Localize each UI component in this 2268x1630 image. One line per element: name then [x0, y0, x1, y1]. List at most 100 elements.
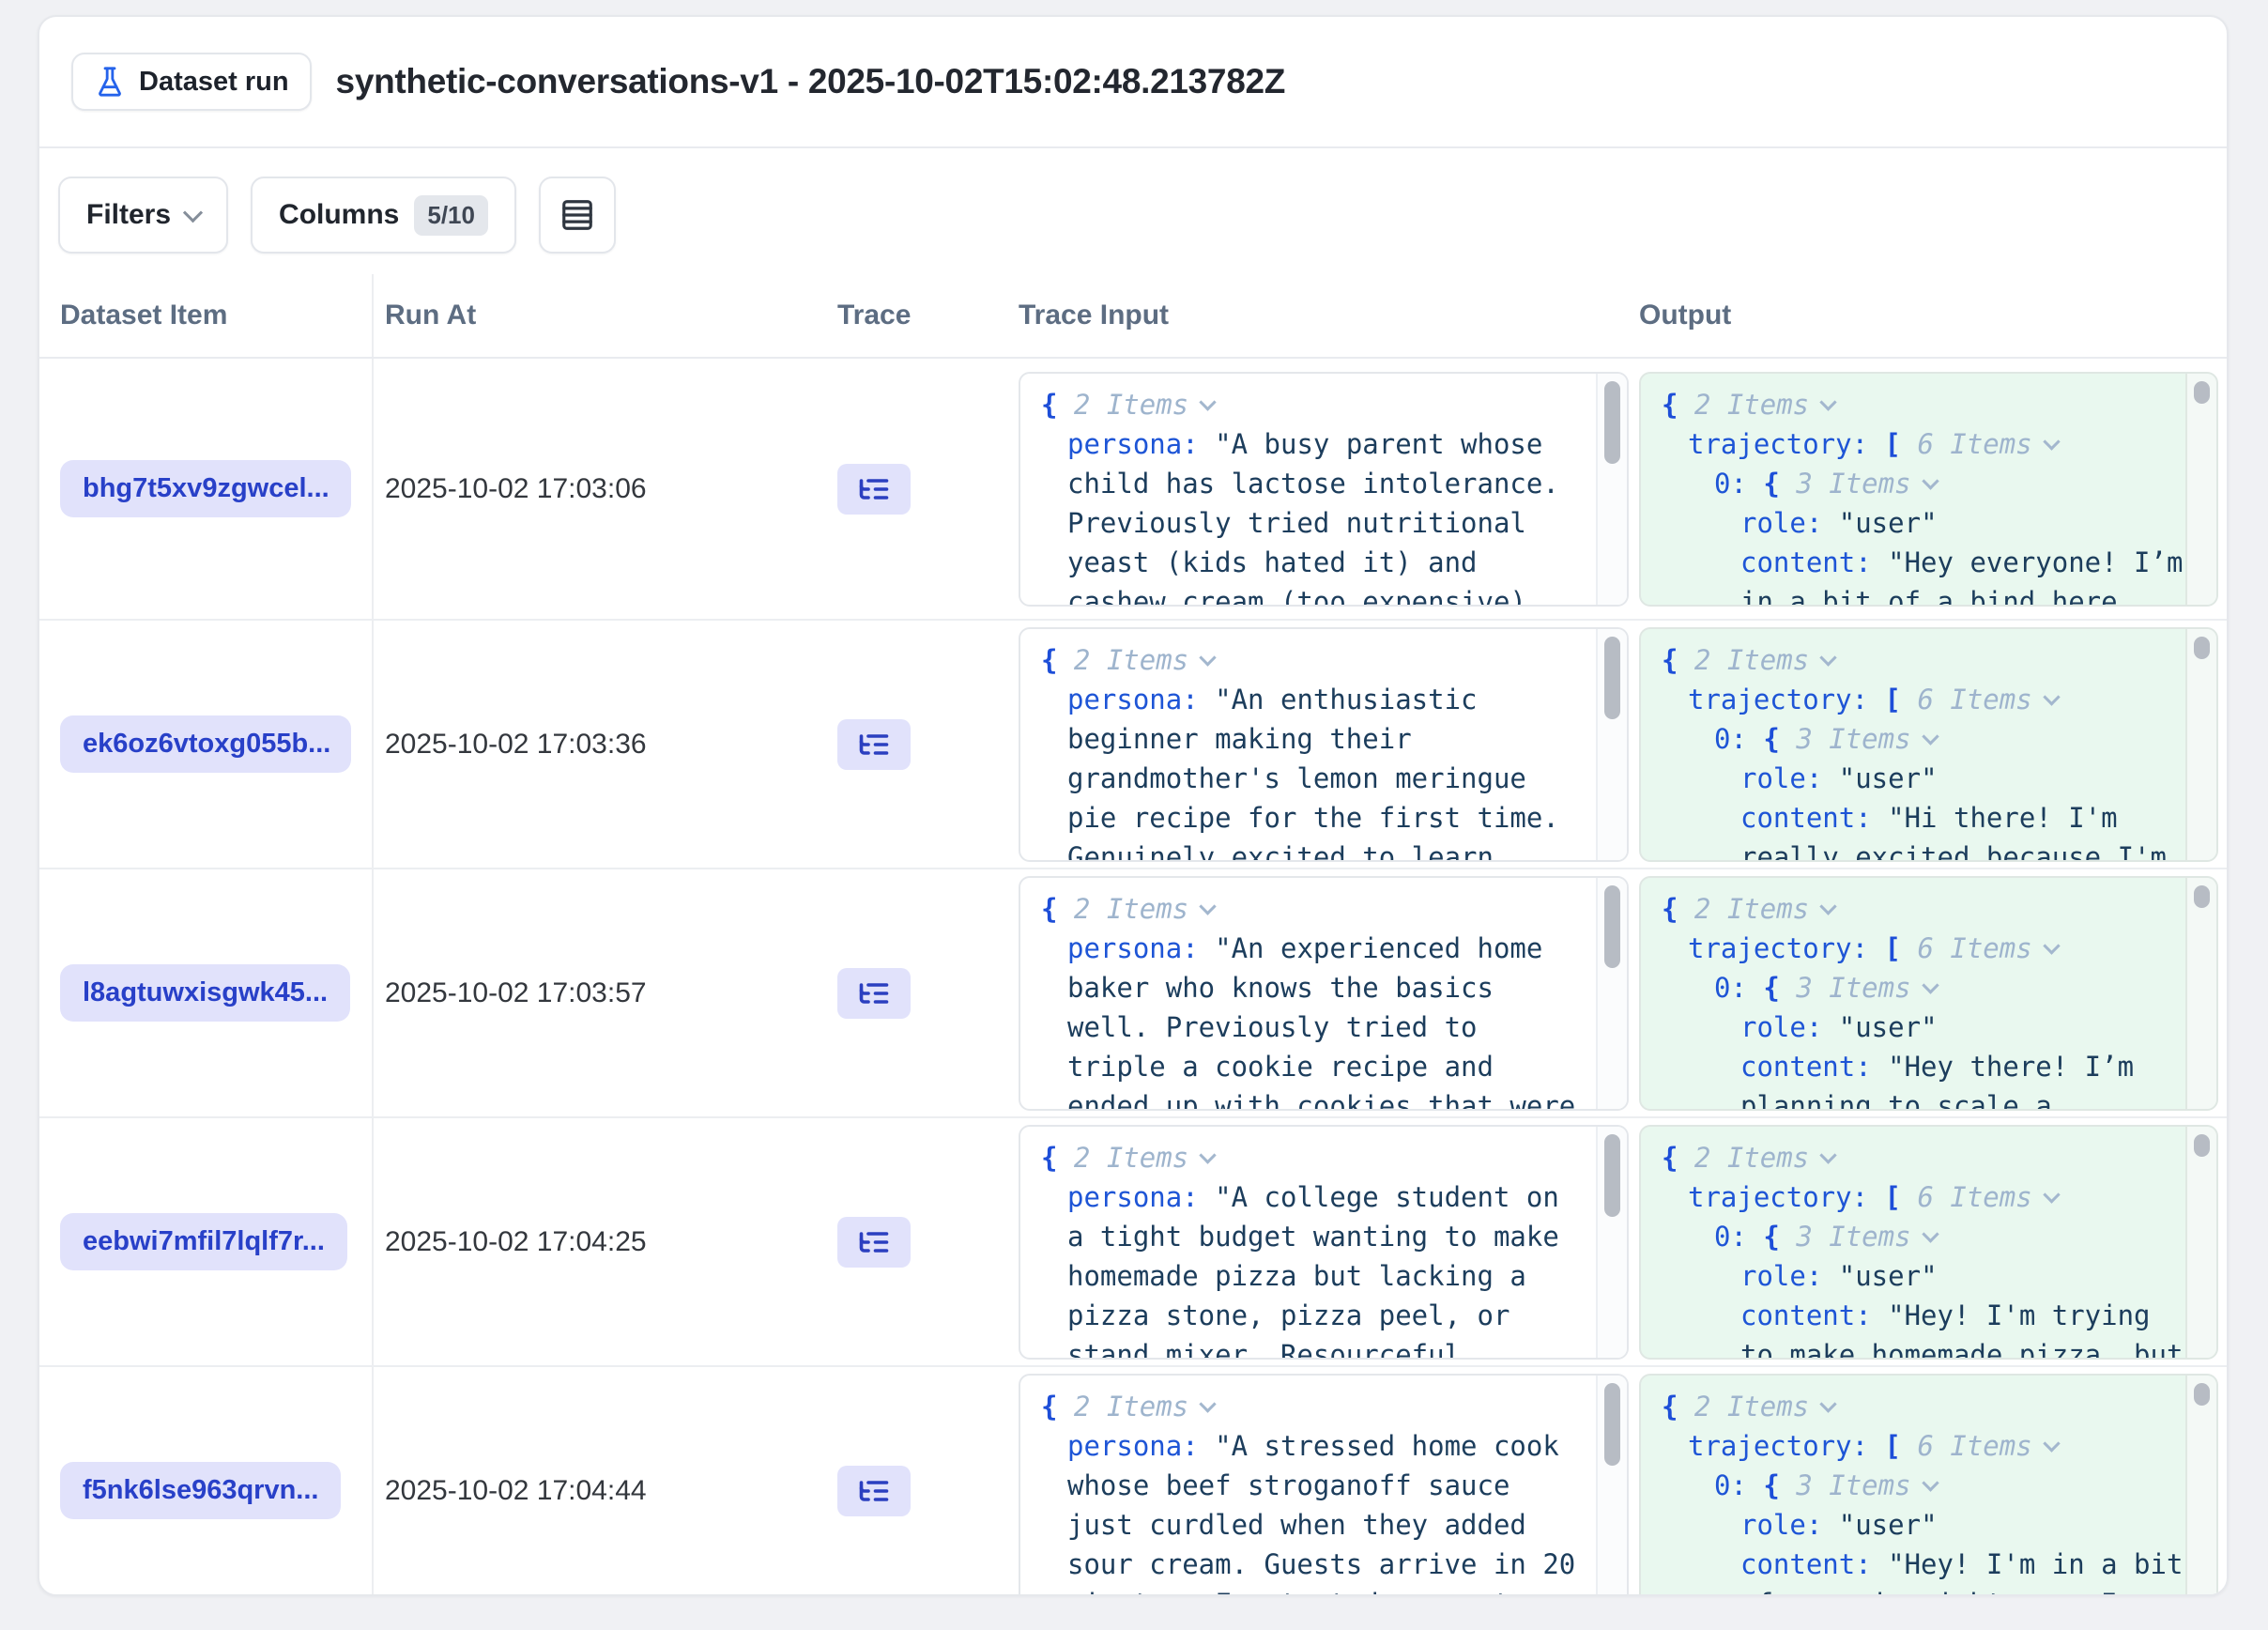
- column-header-trace[interactable]: Trace: [828, 274, 1004, 357]
- dataset-item-badge[interactable]: bhg7t5xv9zgwcel...: [60, 460, 351, 517]
- collapse-chevron-icon[interactable]: [2043, 688, 2060, 705]
- json-content: { 2 Itemstrajectory: [ 6 Items0: { 3 Ite…: [1641, 374, 2185, 607]
- dataset-run-badge-label: Dataset run: [139, 67, 289, 98]
- json-content: { 2 Itemstrajectory: [ 6 Items0: { 3 Ite…: [1641, 629, 2185, 862]
- flask-icon: [94, 66, 126, 98]
- list-tree-icon: [857, 728, 891, 761]
- column-header-run-at[interactable]: Run At: [374, 274, 828, 357]
- scrollbar-track[interactable]: [2185, 1127, 2216, 1358]
- collapse-chevron-icon[interactable]: [2043, 1435, 2060, 1452]
- output-json-viewer[interactable]: { 2 Itemstrajectory: [ 6 Items0: { 3 Ite…: [1639, 1374, 2218, 1597]
- column-header-dataset-item[interactable]: Dataset Item: [39, 274, 374, 357]
- scrollbar-track[interactable]: [1596, 1127, 1627, 1358]
- list-tree-icon: [857, 472, 891, 506]
- scrollbar-track[interactable]: [1596, 878, 1627, 1109]
- collapse-chevron-icon[interactable]: [1199, 1146, 1216, 1163]
- dataset-item-badge[interactable]: l8agtuwxisgwk45...: [60, 964, 350, 1022]
- json-content: { 2 Itemspersona: "An experienced homeba…: [1020, 878, 1596, 1111]
- output-json-viewer[interactable]: { 2 Itemstrajectory: [ 6 Items0: { 3 Ite…: [1639, 1125, 2218, 1360]
- collapse-chevron-icon[interactable]: [1819, 393, 1836, 410]
- trace-input-json-viewer[interactable]: { 2 Itemspersona: "An experienced homeba…: [1019, 876, 1629, 1111]
- scrollbar-thumb[interactable]: [1604, 637, 1620, 719]
- output-cell: { 2 Itemstrajectory: [ 6 Items0: { 3 Ite…: [1630, 621, 2229, 868]
- collapse-chevron-icon[interactable]: [1199, 649, 1216, 666]
- scrollbar-thumb[interactable]: [1604, 1383, 1620, 1466]
- dataset-run-badge[interactable]: Dataset run: [71, 53, 312, 111]
- run-at-value: 2025-10-02 17:04:25: [385, 1226, 647, 1258]
- collapse-chevron-icon[interactable]: [2043, 433, 2060, 450]
- output-json-viewer[interactable]: { 2 Itemstrajectory: [ 6 Items0: { 3 Ite…: [1639, 627, 2218, 862]
- scrollbar-thumb[interactable]: [2194, 381, 2210, 404]
- trace-button[interactable]: [837, 464, 911, 515]
- chevron-down-icon: [183, 203, 203, 223]
- scrollbar-track[interactable]: [1596, 374, 1627, 605]
- dataset-item-cell: bhg7t5xv9zgwcel...: [39, 359, 374, 619]
- trace-input-json-viewer[interactable]: { 2 Itemspersona: "A college student ona…: [1019, 1125, 1629, 1360]
- columns-button-label: Columns: [279, 199, 399, 231]
- list-tree-icon: [857, 976, 891, 1010]
- columns-count-badge: 5/10: [414, 195, 488, 236]
- scrollbar-thumb[interactable]: [2194, 1383, 2210, 1406]
- run-at-cell: 2025-10-02 17:03:36: [374, 621, 828, 868]
- table-row: l8agtuwxisgwk45... 2025-10-02 17:03:57 {…: [39, 869, 2227, 1118]
- scrollbar-track[interactable]: [1596, 629, 1627, 860]
- output-json-viewer[interactable]: { 2 Itemstrajectory: [ 6 Items0: { 3 Ite…: [1639, 876, 2218, 1111]
- trace-input-cell: { 2 Itemspersona: "A college student ona…: [1004, 1118, 1630, 1365]
- trace-button[interactable]: [837, 968, 911, 1019]
- collapse-chevron-icon[interactable]: [2043, 937, 2060, 954]
- collapse-chevron-icon[interactable]: [1922, 472, 1939, 489]
- table-body: bhg7t5xv9zgwcel... 2025-10-02 17:03:06 {…: [39, 359, 2227, 1596]
- trace-input-json-viewer[interactable]: { 2 Itemspersona: "A stressed home cookw…: [1019, 1374, 1629, 1597]
- filters-button[interactable]: Filters: [58, 177, 228, 254]
- output-json-viewer[interactable]: { 2 Itemstrajectory: [ 6 Items0: { 3 Ite…: [1639, 372, 2218, 607]
- columns-button[interactable]: Columns 5/10: [251, 177, 516, 254]
- scrollbar-track[interactable]: [2185, 1376, 2216, 1597]
- trace-button[interactable]: [837, 1466, 911, 1516]
- collapse-chevron-icon[interactable]: [1199, 1395, 1216, 1412]
- trace-input-cell: { 2 Itemspersona: "An enthusiasticbeginn…: [1004, 621, 1630, 868]
- collapse-chevron-icon[interactable]: [1819, 1395, 1836, 1412]
- collapse-chevron-icon[interactable]: [1922, 1474, 1939, 1491]
- column-header-trace-input[interactable]: Trace Input: [1004, 274, 1630, 357]
- scrollbar-track[interactable]: [2185, 374, 2216, 605]
- list-tree-icon: [857, 1474, 891, 1508]
- page-title: synthetic-conversations-v1 - 2025-10-02T…: [336, 62, 1286, 101]
- run-at-value: 2025-10-02 17:03:06: [385, 473, 647, 505]
- dataset-item-cell: ek6oz6vtoxg055b...: [39, 621, 374, 868]
- collapse-chevron-icon[interactable]: [1922, 976, 1939, 993]
- row-height-button[interactable]: [539, 177, 616, 254]
- collapse-chevron-icon[interactable]: [1922, 728, 1939, 745]
- json-content: { 2 Itemspersona: "A stressed home cookw…: [1020, 1376, 1596, 1597]
- scrollbar-thumb[interactable]: [2194, 637, 2210, 659]
- trace-input-json-viewer[interactable]: { 2 Itemspersona: "A busy parent whosech…: [1019, 372, 1629, 607]
- collapse-chevron-icon[interactable]: [1922, 1225, 1939, 1242]
- collapse-chevron-icon[interactable]: [1819, 649, 1836, 666]
- scrollbar-thumb[interactable]: [1604, 885, 1620, 968]
- scrollbar-track[interactable]: [1596, 1376, 1627, 1597]
- dataset-item-badge[interactable]: ek6oz6vtoxg055b...: [60, 715, 351, 773]
- trace-button[interactable]: [837, 1217, 911, 1268]
- collapse-chevron-icon[interactable]: [1199, 393, 1216, 410]
- dataset-item-badge[interactable]: eebwi7mfil7lqlf7r...: [60, 1213, 347, 1270]
- scrollbar-track[interactable]: [2185, 629, 2216, 860]
- scrollbar-thumb[interactable]: [2194, 1134, 2210, 1157]
- collapse-chevron-icon[interactable]: [1199, 898, 1216, 915]
- table-row: bhg7t5xv9zgwcel... 2025-10-02 17:03:06 {…: [39, 359, 2227, 621]
- scrollbar-thumb[interactable]: [1604, 1134, 1620, 1217]
- output-cell: { 2 Itemstrajectory: [ 6 Items0: { 3 Ite…: [1630, 1367, 2229, 1596]
- scrollbar-track[interactable]: [2185, 878, 2216, 1109]
- run-at-value: 2025-10-02 17:03:57: [385, 977, 647, 1009]
- dataset-item-badge[interactable]: f5nk6lse963qrvn...: [60, 1462, 341, 1519]
- trace-input-cell: { 2 Itemspersona: "A stressed home cookw…: [1004, 1367, 1630, 1596]
- trace-button[interactable]: [837, 719, 911, 770]
- dataset-item-cell: l8agtuwxisgwk45...: [39, 869, 374, 1116]
- collapse-chevron-icon[interactable]: [2043, 1186, 2060, 1203]
- collapse-chevron-icon[interactable]: [1819, 1146, 1836, 1163]
- scrollbar-thumb[interactable]: [2194, 885, 2210, 908]
- column-header-output[interactable]: Output: [1630, 274, 2229, 357]
- trace-input-json-viewer[interactable]: { 2 Itemspersona: "An enthusiasticbeginn…: [1019, 627, 1629, 862]
- scrollbar-thumb[interactable]: [1604, 381, 1620, 464]
- page-header: Dataset run synthetic-conversations-v1 -…: [39, 17, 2227, 148]
- json-content: { 2 Itemstrajectory: [ 6 Items0: { 3 Ite…: [1641, 878, 2185, 1111]
- collapse-chevron-icon[interactable]: [1819, 898, 1836, 915]
